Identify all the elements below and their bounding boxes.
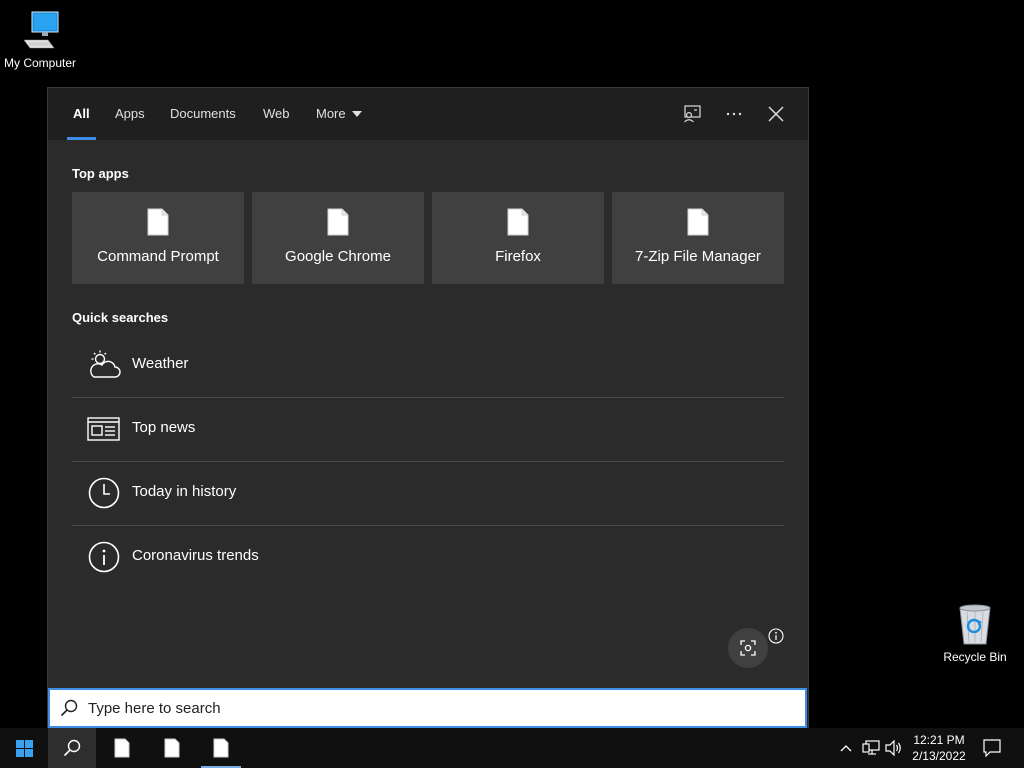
- action-center-button[interactable]: [980, 728, 1004, 768]
- document-icon: [507, 208, 529, 236]
- search-input[interactable]: Type here to search: [48, 688, 807, 728]
- quick-search-today-in-history[interactable]: Today in history: [72, 462, 784, 526]
- quick-search-top-news[interactable]: Top news: [72, 398, 784, 462]
- taskbar: 12:21 PM 2/13/2022: [0, 728, 1024, 768]
- clock-date: 2/13/2022: [912, 749, 966, 763]
- speaker-icon: [885, 740, 901, 756]
- feedback-button[interactable]: [680, 102, 704, 126]
- network-icon: [862, 740, 880, 755]
- notification-icon: [983, 739, 1001, 757]
- ellipsis-icon: [726, 112, 742, 116]
- top-apps-heading: Top apps: [72, 166, 129, 181]
- quick-search-label: Coronavirus trends: [132, 547, 259, 564]
- document-icon: [687, 208, 709, 236]
- chevron-up-icon: [840, 745, 852, 752]
- taskbar-app-1[interactable]: [102, 728, 142, 768]
- quick-search-coronavirus-trends[interactable]: Coronavirus trends: [72, 526, 784, 590]
- tab-web[interactable]: Web: [263, 88, 290, 140]
- document-icon: [147, 208, 169, 236]
- app-tile-label: Google Chrome: [285, 248, 391, 265]
- quick-search-weather[interactable]: Weather: [72, 334, 784, 398]
- news-icon: [87, 412, 121, 446]
- app-tile-firefox[interactable]: Firefox: [432, 192, 604, 284]
- more-options-button[interactable]: [722, 102, 746, 126]
- active-tab-indicator: [67, 137, 96, 140]
- camera-scan-icon: [740, 640, 756, 656]
- recycle-bin-label: Recycle Bin: [943, 650, 1007, 664]
- info-small-icon[interactable]: [768, 628, 784, 644]
- volume-button[interactable]: [884, 728, 904, 768]
- search-icon: [63, 739, 81, 757]
- app-tile-label: Command Prompt: [97, 248, 219, 265]
- recycle-bin-icon: [959, 604, 991, 645]
- close-icon: [768, 106, 784, 122]
- recycle-bin-desktop-icon[interactable]: Recycle Bin: [935, 602, 1015, 664]
- tab-all-label: All: [73, 106, 90, 121]
- my-computer-label: My Computer: [3, 56, 77, 70]
- quick-search-label: Today in history: [132, 483, 237, 500]
- tab-more-label: More: [316, 106, 346, 121]
- network-button[interactable]: [861, 728, 881, 768]
- start-button[interactable]: [0, 728, 48, 768]
- taskbar-app-2[interactable]: [152, 728, 192, 768]
- windows-logo-icon: [15, 739, 33, 757]
- visual-search-button[interactable]: [728, 628, 768, 668]
- tab-more[interactable]: More: [316, 88, 362, 140]
- document-icon: [114, 738, 130, 758]
- tab-all[interactable]: All: [67, 88, 96, 140]
- close-button[interactable]: [764, 102, 788, 126]
- weather-icon: [87, 348, 121, 382]
- document-icon: [164, 738, 180, 758]
- search-tab-bar: All Apps Documents Web More: [48, 88, 808, 140]
- quick-search-label: Top news: [132, 419, 196, 436]
- info-icon: [87, 540, 121, 574]
- search-panel: All Apps Documents Web More Top apps Com…: [47, 87, 809, 729]
- tab-apps-label: Apps: [115, 106, 145, 121]
- clock-time: 12:21 PM: [913, 733, 965, 747]
- app-tile-label: 7-Zip File Manager: [635, 248, 761, 265]
- search-placeholder: Type here to search: [88, 700, 221, 717]
- document-icon: [327, 208, 349, 236]
- taskbar-clock[interactable]: 12:21 PM 2/13/2022: [906, 732, 972, 764]
- app-tile-label: Firefox: [495, 248, 541, 265]
- search-icon: [60, 699, 78, 717]
- feedback-icon: [684, 105, 701, 123]
- app-tile-command-prompt[interactable]: Command Prompt: [72, 192, 244, 284]
- tab-documents-label: Documents: [170, 106, 236, 121]
- tab-documents[interactable]: Documents: [170, 88, 236, 140]
- computer-icon: [23, 11, 59, 49]
- my-computer-desktop-icon[interactable]: My Computer: [0, 8, 80, 70]
- taskbar-search-button[interactable]: [48, 728, 96, 768]
- quick-searches-heading: Quick searches: [72, 310, 169, 325]
- document-icon: [213, 738, 229, 758]
- taskbar-app-3[interactable]: [201, 728, 241, 768]
- quick-search-label: Weather: [132, 355, 189, 372]
- chevron-down-icon: [351, 110, 362, 117]
- clock-icon: [87, 476, 121, 510]
- tab-apps[interactable]: Apps: [115, 88, 145, 140]
- app-tile-google-chrome[interactable]: Google Chrome: [252, 192, 424, 284]
- show-hidden-icons-button[interactable]: [838, 728, 854, 768]
- tab-web-label: Web: [263, 106, 290, 121]
- app-tile-7zip-file-manager[interactable]: 7-Zip File Manager: [612, 192, 784, 284]
